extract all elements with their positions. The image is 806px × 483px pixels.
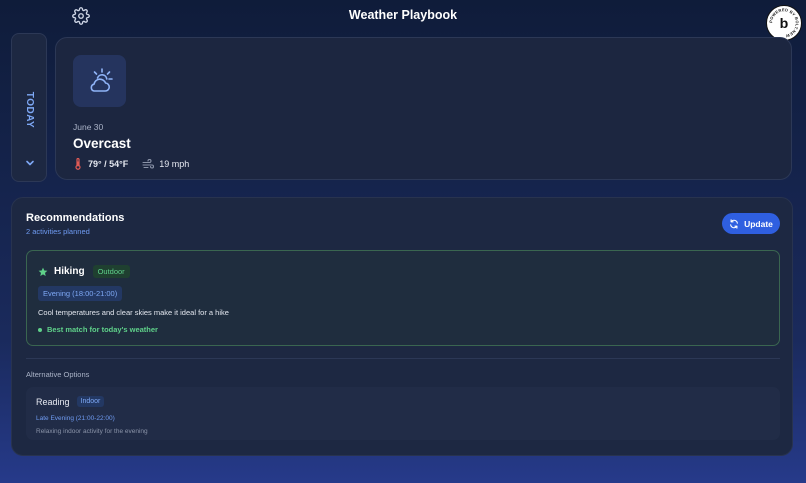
alternative-activity-card[interactable]: Reading Indoor Late Evening (21:00-22:00… bbox=[26, 387, 780, 440]
bolt-badge-logo: POWERED BY BOLT.NEW b bbox=[768, 7, 799, 39]
update-button-label: Update bbox=[744, 218, 773, 229]
bolt-badge[interactable]: POWERED BY BOLT.NEW b bbox=[766, 5, 802, 41]
match-dot bbox=[38, 327, 42, 332]
star-icon bbox=[38, 267, 48, 276]
wind-icon bbox=[142, 159, 155, 169]
best-activity-card[interactable]: Hiking Outdoor Evening (18:00-21:00) Coo… bbox=[26, 250, 780, 346]
thermometer-icon bbox=[75, 158, 81, 170]
recommendations-title: Recommendations bbox=[26, 212, 125, 224]
weather-icon-box bbox=[73, 55, 126, 107]
temperature-stat: 79° / 54°F bbox=[73, 158, 128, 170]
sun-cloud-icon bbox=[90, 68, 113, 92]
time-window-chip: Evening (18:00-21:00) bbox=[38, 286, 123, 301]
app-header: Weather Playbook POWERED BY BOLT.NEW b bbox=[0, 0, 806, 41]
alternative-activity-name: Reading bbox=[36, 396, 70, 407]
today-label: TODAY bbox=[24, 91, 36, 129]
wind-value: 19 mph bbox=[159, 159, 190, 169]
recommendations-panel: Recommendations 2 activities planned Upd… bbox=[11, 197, 793, 456]
section-divider bbox=[26, 358, 780, 359]
best-match-label: Best match for today's weather bbox=[47, 325, 158, 334]
best-activity-name: Hiking bbox=[54, 266, 85, 277]
recommendations-subtitle: 2 activities planned bbox=[26, 227, 90, 236]
best-activity-description: Cool temperatures and clear skies make i… bbox=[38, 308, 229, 317]
alternative-activity-header: Reading Indoor bbox=[36, 396, 105, 407]
weather-date: June 30 bbox=[73, 122, 104, 132]
activity-type-badge: Indoor bbox=[76, 396, 105, 407]
wind-stat: 19 mph bbox=[142, 159, 189, 169]
badge-letter: b bbox=[780, 16, 789, 32]
refresh-icon bbox=[730, 218, 738, 229]
update-button[interactable]: Update bbox=[722, 213, 780, 234]
alternatives-heading: Alternative Options bbox=[26, 370, 90, 379]
activity-type-badge: Outdoor bbox=[92, 265, 130, 278]
weather-card: June 30 Overcast 79° / 54°F 19 mph bbox=[55, 37, 792, 180]
app-title: Weather Playbook bbox=[348, 8, 458, 22]
best-match-indicator: Best match for today's weather bbox=[38, 325, 158, 334]
weather-condition: Overcast bbox=[73, 136, 131, 151]
chevron-down-icon bbox=[26, 160, 34, 166]
temperature-value: 79° / 54°F bbox=[88, 159, 129, 169]
today-tab[interactable]: TODAY bbox=[11, 33, 47, 182]
weather-stats: 79° / 54°F 19 mph bbox=[73, 158, 189, 170]
best-activity-header: Hiking Outdoor bbox=[38, 265, 130, 278]
alternative-activity-description: Relaxing indoor activity for the evening bbox=[36, 428, 148, 435]
alternative-time-window: Late Evening (21:00-22:00) bbox=[36, 415, 115, 422]
